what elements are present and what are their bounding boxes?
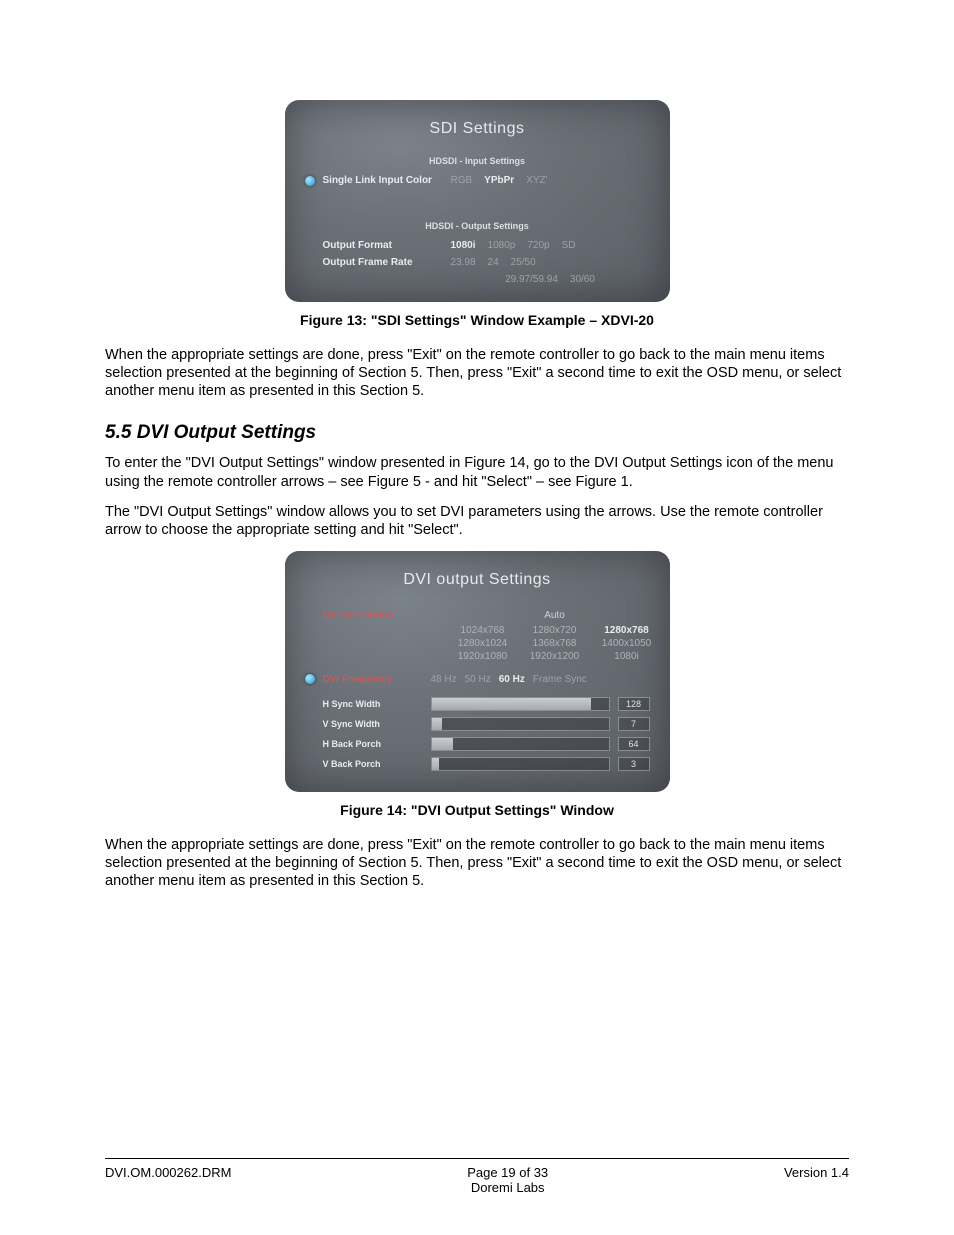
slider-track[interactable] bbox=[431, 697, 610, 711]
figure-13-caption: Figure 13: "SDI Settings" Window Example… bbox=[105, 312, 849, 328]
input-color-label: Single Link Input Color bbox=[323, 175, 443, 186]
opt-xyz[interactable]: XYZ' bbox=[526, 175, 547, 186]
paragraph-1: When the appropriate settings are done, … bbox=[105, 346, 849, 400]
slider-row-v-back-porch[interactable]: V Back Porch 3 bbox=[305, 754, 650, 774]
opt-2997[interactable]: 29.97/59.94 bbox=[505, 274, 558, 285]
slider-row-v-sync-width[interactable]: V Sync Width 7 bbox=[305, 714, 650, 734]
dvi-frequency-options: 48 Hz 50 Hz 60 Hz Frame Sync bbox=[431, 674, 650, 685]
slider-track[interactable] bbox=[431, 717, 610, 731]
freq-60hz[interactable]: 60 Hz bbox=[499, 674, 525, 685]
dvi-frequency-row[interactable]: DVI Frequency 48 Hz 50 Hz 60 Hz Frame Sy… bbox=[305, 671, 650, 688]
res-1400x1050[interactable]: 1400x1050 bbox=[595, 638, 659, 649]
slider-value: 128 bbox=[618, 697, 650, 711]
dvi-resolution-label: DVI Resolution bbox=[323, 610, 443, 621]
hdsdi-output-section: HDSDI - Output Settings bbox=[305, 221, 650, 231]
dvi-output-settings-window: DVI output Settings DVI Resolution Auto … bbox=[285, 551, 670, 792]
output-format-options: 1080i 1080p 720p SD bbox=[451, 240, 650, 251]
slider-value: 3 bbox=[618, 757, 650, 771]
freq-50hz[interactable]: 50 Hz bbox=[465, 674, 491, 685]
output-frame-rate-options-2: 29.97/59.94 30/60 bbox=[451, 274, 650, 285]
slider-track[interactable] bbox=[431, 757, 610, 771]
figure-14-caption: Figure 14: "DVI Output Settings" Window bbox=[105, 802, 849, 818]
osd2-title: DVI output Settings bbox=[305, 571, 650, 589]
res-auto[interactable]: Auto bbox=[451, 610, 659, 621]
hdsdi-input-section: HDSDI - Input Settings bbox=[305, 156, 650, 166]
opt-rgb[interactable]: RGB bbox=[451, 175, 473, 186]
slider-value: 64 bbox=[618, 737, 650, 751]
paragraph-2: To enter the "DVI Output Settings" windo… bbox=[105, 454, 849, 490]
slider-label: H Back Porch bbox=[323, 739, 423, 749]
res-1024x768[interactable]: 1024x768 bbox=[451, 625, 515, 636]
opt-2550[interactable]: 25/50 bbox=[511, 257, 536, 268]
paragraph-4: When the appropriate settings are done, … bbox=[105, 836, 849, 890]
section-heading-5-5: 5.5 DVI Output Settings bbox=[105, 422, 849, 444]
dvi-resolution-row[interactable]: DVI Resolution Auto 1024x768 1280x720 12… bbox=[305, 607, 650, 665]
paragraph-3: The "DVI Output Settings" window allows … bbox=[105, 503, 849, 539]
opt-24[interactable]: 24 bbox=[488, 257, 499, 268]
footer-center: Page 19 of 33 Doremi Labs bbox=[467, 1165, 548, 1195]
sdi-settings-window: SDI Settings HDSDI - Input Settings Sing… bbox=[285, 100, 670, 302]
res-1920x1200[interactable]: 1920x1200 bbox=[523, 651, 587, 662]
footer-company: Doremi Labs bbox=[467, 1180, 548, 1195]
output-frame-rate-options: 23.98 24 25/50 bbox=[451, 257, 650, 268]
slider-track[interactable] bbox=[431, 737, 610, 751]
footer-page: Page 19 of 33 bbox=[467, 1165, 548, 1180]
single-link-input-color-row[interactable]: Single Link Input Color RGB YPbPr XYZ' bbox=[305, 172, 650, 189]
res-1920x1080[interactable]: 1920x1080 bbox=[451, 651, 515, 662]
slider-row-h-sync-width[interactable]: H Sync Width 128 bbox=[305, 694, 650, 714]
slider-label: H Sync Width bbox=[323, 699, 423, 709]
opt-1080p[interactable]: 1080p bbox=[488, 240, 516, 251]
output-format-label: Output Format bbox=[323, 240, 443, 251]
opt-3060[interactable]: 30/60 bbox=[570, 274, 595, 285]
selection-dot-icon bbox=[305, 176, 315, 186]
document-page: SDI Settings HDSDI - Input Settings Sing… bbox=[0, 0, 954, 1235]
output-frame-rate-row[interactable]: Output Frame Rate 23.98 24 25/50 bbox=[305, 254, 650, 271]
dvi-resolution-options: Auto 1024x768 1280x720 1280x768 1280x102… bbox=[451, 610, 659, 662]
output-format-row[interactable]: Output Format 1080i 1080p 720p SD bbox=[305, 237, 650, 254]
slider-label: V Sync Width bbox=[323, 719, 423, 729]
output-frame-rate-label: Output Frame Rate bbox=[323, 257, 443, 268]
dvi-frequency-label: DVI Frequency bbox=[323, 674, 423, 685]
res-1280x1024[interactable]: 1280x1024 bbox=[451, 638, 515, 649]
slider-value: 7 bbox=[618, 717, 650, 731]
footer-left: DVI.OM.000262.DRM bbox=[105, 1165, 231, 1195]
opt-2398[interactable]: 23.98 bbox=[451, 257, 476, 268]
opt-1080i[interactable]: 1080i bbox=[451, 240, 476, 251]
selection-dot-icon bbox=[305, 674, 315, 684]
output-frame-rate-row-2: 29.97/59.94 30/60 bbox=[305, 271, 650, 288]
freq-48hz[interactable]: 48 Hz bbox=[431, 674, 457, 685]
freq-frame-sync[interactable]: Frame Sync bbox=[533, 674, 587, 685]
opt-ypbpr[interactable]: YPbPr bbox=[484, 175, 514, 186]
input-color-options: RGB YPbPr XYZ' bbox=[451, 175, 650, 186]
res-1280x720[interactable]: 1280x720 bbox=[523, 625, 587, 636]
slider-label: V Back Porch bbox=[323, 759, 423, 769]
opt-sd[interactable]: SD bbox=[562, 240, 576, 251]
res-1280x768[interactable]: 1280x768 bbox=[595, 625, 659, 636]
res-1080i[interactable]: 1080i bbox=[595, 651, 659, 662]
footer-right: Version 1.4 bbox=[784, 1165, 849, 1195]
opt-720p[interactable]: 720p bbox=[527, 240, 549, 251]
res-1368x768[interactable]: 1368x768 bbox=[523, 638, 587, 649]
slider-row-h-back-porch[interactable]: H Back Porch 64 bbox=[305, 734, 650, 754]
osd-title: SDI Settings bbox=[305, 120, 650, 138]
sliders-group: H Sync Width 128 V Sync Width 7 H Back Porch… bbox=[305, 694, 650, 774]
page-footer: DVI.OM.000262.DRM Page 19 of 33 Doremi L… bbox=[105, 1158, 849, 1195]
